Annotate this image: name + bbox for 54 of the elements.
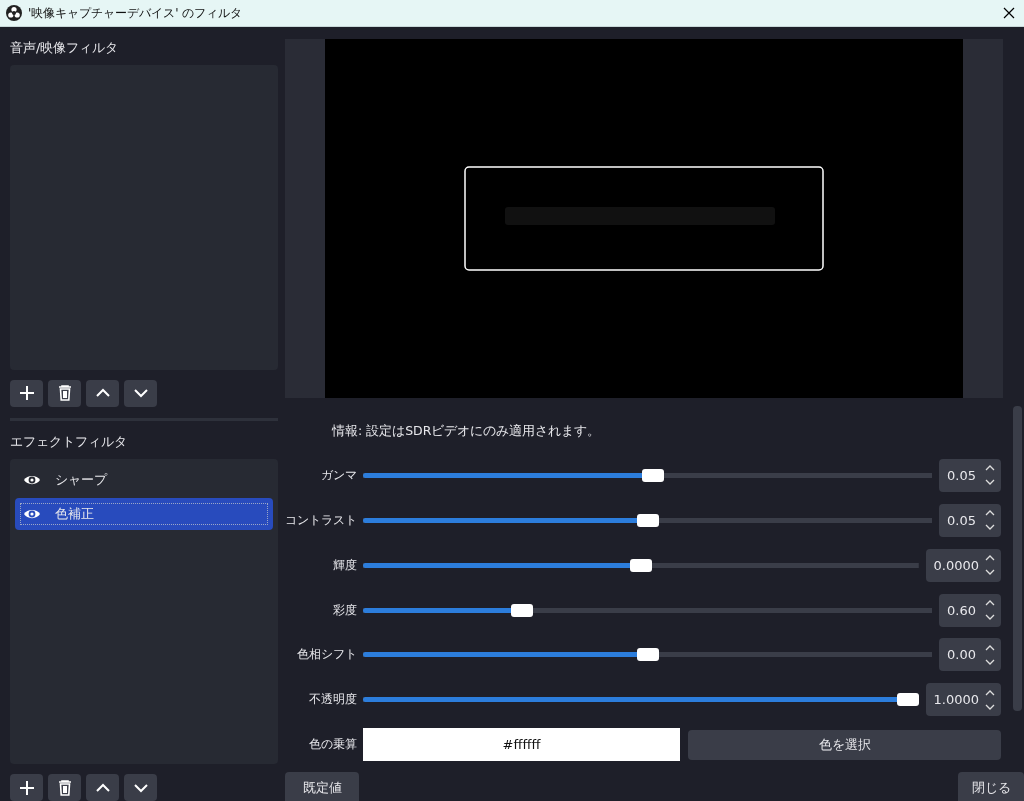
field-label: 色の乗算 <box>308 736 357 754</box>
slider-label: ガンマ <box>320 466 357 484</box>
select-color-button[interactable]: 色を選択 <box>688 730 1001 761</box>
add-button[interactable] <box>10 774 43 801</box>
slider-handle[interactable] <box>896 693 919 707</box>
chevron-up-icon <box>94 782 111 793</box>
window-title: '映像キャプチャーデバイス' のフィルタ <box>28 4 244 22</box>
spinner-arrows-icon <box>985 599 995 621</box>
logo-icon <box>6 5 22 21</box>
slider-handle[interactable] <box>636 648 659 662</box>
spinner-arrows-icon <box>985 509 995 532</box>
scrollbar[interactable] <box>1013 406 1022 711</box>
number-field[interactable]: 0.0000 <box>925 548 1001 582</box>
info-text: 情報: 設定はSDRビデオにのみ適用されます。 <box>332 423 602 440</box>
plus-icon <box>18 385 35 402</box>
spinner-arrows-icon <box>985 464 995 487</box>
remove-button[interactable] <box>48 379 81 407</box>
plus-icon <box>18 779 35 796</box>
number-field[interactable]: 0.05 <box>939 458 1001 492</box>
number-field[interactable]: 0.60 <box>939 593 1001 627</box>
trash-icon <box>57 385 72 402</box>
filter-item[interactable]: 色補正 <box>15 497 273 530</box>
slider-handle[interactable] <box>636 513 659 527</box>
spinner-arrows-icon <box>985 554 995 577</box>
trash-icon <box>57 779 72 796</box>
slider-handle[interactable] <box>510 603 533 617</box>
move-down-button[interactable] <box>124 379 157 407</box>
number-field[interactable]: 0.05 <box>939 503 1001 537</box>
remove-button[interactable] <box>48 774 81 801</box>
slider-label: コントラスト <box>285 511 357 529</box>
close-icon <box>1003 7 1015 19</box>
slider-handle[interactable] <box>641 468 664 482</box>
close-dialog-button[interactable]: 閉じる <box>958 772 1024 801</box>
move-up-button[interactable] <box>86 774 119 801</box>
defaults-button[interactable]: 既定値 <box>285 772 359 801</box>
filter-item[interactable]: シャープ <box>15 463 273 496</box>
color-swatch: #ffffff <box>363 728 680 762</box>
slider-handle[interactable] <box>629 558 652 572</box>
slider-label: 不透明度 <box>308 691 357 709</box>
section-heading: 音声/映像フィルタ <box>10 39 120 57</box>
move-down-button[interactable] <box>124 774 157 801</box>
chevron-up-icon <box>94 388 111 399</box>
slider-label: 輝度 <box>332 556 357 574</box>
add-button[interactable] <box>10 379 43 407</box>
spinner-arrows-icon <box>985 643 995 666</box>
spinner-arrows-icon <box>985 688 995 711</box>
chevron-down-icon <box>132 388 149 399</box>
section-heading: エフェクトフィルタ <box>10 432 128 451</box>
slider-label: 色相シフト <box>296 646 357 664</box>
move-up-button[interactable] <box>86 379 119 407</box>
chevron-down-icon <box>132 782 149 793</box>
number-field[interactable]: 0.00 <box>939 638 1001 672</box>
number-field[interactable]: 1.0000 <box>925 683 1001 717</box>
slider-label: 彩度 <box>332 601 357 619</box>
